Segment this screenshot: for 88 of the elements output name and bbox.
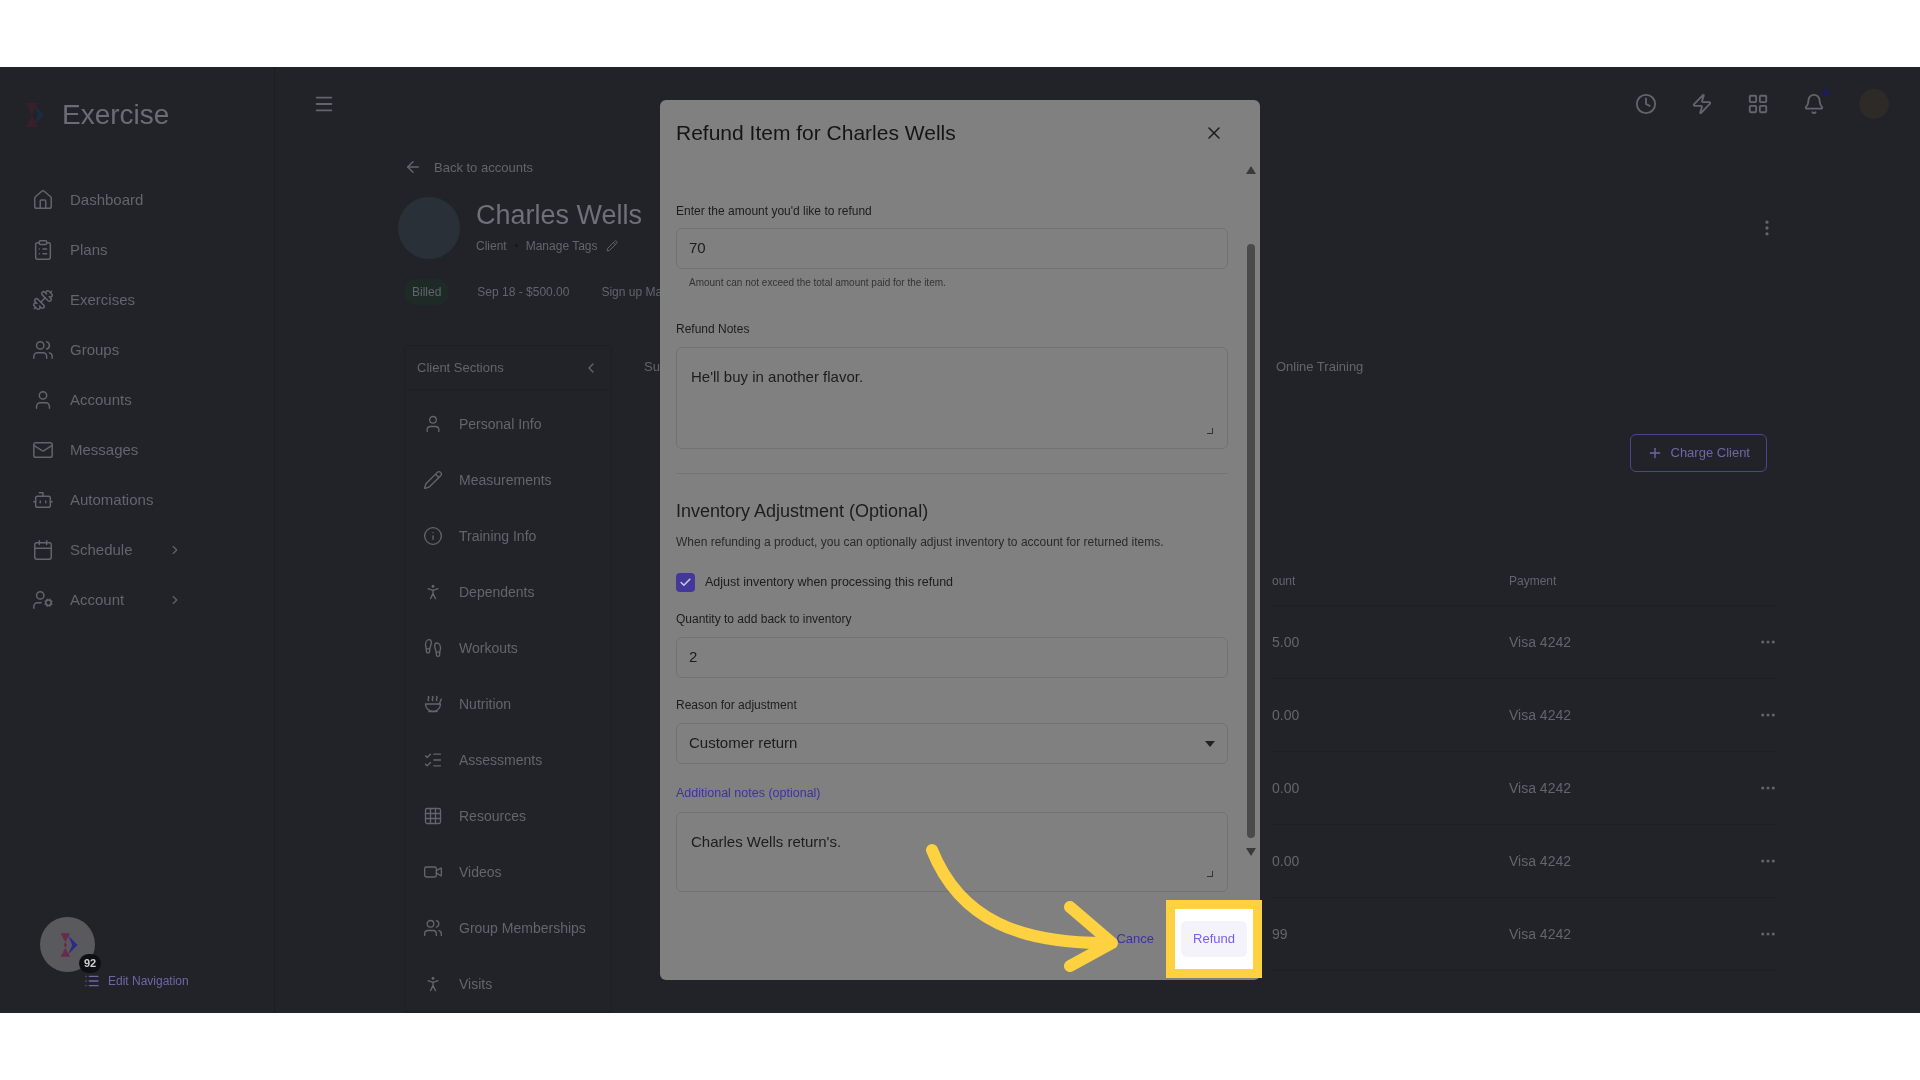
field-label: Reason for adjustment [676,697,798,714]
app-logo-text: Exercise [62,98,170,132]
table-cell-text: 5.00 [1272,632,1301,652]
bell-icon[interactable] [1803,93,1825,116]
table-cell-text: 99 [1272,924,1289,944]
notification-count: 92 [79,954,102,973]
scroll-down-icon[interactable] [1246,848,1256,856]
section-item[interactable]: Group Memberships [405,900,611,956]
section-item[interactable]: Measurements [405,452,611,508]
section-item[interactable]: Personal Info [405,396,611,452]
section-item[interactable]: Resources [405,788,611,844]
client-role: Client [476,237,507,255]
notes-textarea[interactable]: He'll buy in another flavor. [676,347,1228,449]
section-item[interactable]: Dependents [405,564,611,620]
edit-navigation-link[interactable]: Edit Navigation [108,972,189,990]
caret-icon [1205,740,1215,747]
sidebar-item[interactable]: Account [0,575,274,625]
tab[interactable]: Online Training [1275,357,1364,377]
field-label: Additional notes (optional) [676,785,822,802]
additional-notes-textarea[interactable]: Charles Wells return's. [676,811,1228,892]
pencil-icon[interactable] [605,239,618,252]
dialog-title: Refund Item for Charles Wells [676,120,956,147]
manage-tags-link[interactable]: Manage Tags [525,236,598,255]
reason-select[interactable]: Customer return [676,723,1228,764]
home-icon [32,189,54,211]
sidebar-item[interactable]: Automations [0,475,274,525]
field-label: Quantity to add back to inventory [676,611,853,628]
section-item[interactable]: Nutrition [405,676,611,732]
assistant-avatar[interactable] [40,917,95,972]
clipboard-icon [32,239,54,261]
column-header: Payment [1509,572,1557,590]
section-item[interactable]: Training Info [405,508,611,564]
quantity-input[interactable]: 2 [676,637,1228,678]
scroll-up-icon[interactable] [1246,166,1256,174]
check-icon [679,576,692,589]
helper-text: Amount can not exceed the total amount paid for the item. [688,276,947,290]
runner-icon [423,638,443,658]
table-cell-text: 0.00 [1272,851,1301,871]
grid-icon[interactable] [1747,93,1769,116]
section-item[interactable]: Workouts [405,620,611,676]
envelope-icon [32,439,54,461]
sidebar-item[interactable]: Plans [0,225,274,275]
field-label: Enter the amount you'd like to refund [676,203,873,220]
tab[interactable]: Su [644,357,660,377]
lightning-icon[interactable] [1691,93,1713,116]
billing-label: Sep 18 - $500.00 [476,284,571,301]
section-item[interactable]: Assessments [405,732,611,788]
grid-icon [423,806,443,826]
section-item[interactable]: Videos [405,844,611,900]
amount-input[interactable]: 70 [676,228,1228,269]
robot-icon [32,489,54,511]
table-cell-text: Visa 4242 [1509,851,1572,871]
scrollbar[interactable] [1246,166,1256,856]
table-cell-text: 0.00 [1272,778,1301,798]
sidebar-item[interactable]: Schedule [0,525,274,575]
column-header: ount [1272,572,1297,590]
charge-client-button[interactable]: Charge Client [1629,434,1767,472]
table-cell-text: Visa 4242 [1509,705,1572,725]
sidebar-item[interactable]: Exercises [0,275,274,325]
table-cell-text: Visa 4242 [1509,778,1572,798]
table-cell-text: 0.00 [1272,705,1301,725]
sidebar-item[interactable]: Groups [0,325,274,375]
client-name: Charles Wells [476,201,643,229]
section-item[interactable]: Visits [405,956,611,1012]
sidebar-item[interactable]: Dashboard [0,175,274,225]
clock-icon[interactable] [1635,93,1657,116]
calendar-icon [32,539,54,561]
adjust-checkbox[interactable] [676,573,695,592]
table-cell-text: Visa 4242 [1509,924,1572,944]
sidebar-item[interactable]: Messages [0,425,274,475]
sidebar-item[interactable]: Accounts [0,375,274,425]
sections-title: Client Sections [417,358,504,377]
status-chip: Billed [404,279,450,305]
refund-button[interactable]: Refund [1181,921,1247,957]
cancel-button[interactable]: Cance [1116,929,1154,949]
section-description: When refunding a product, you can optionally adjust inventory to account for returned items. [676,534,1165,551]
section-heading: Inventory Adjustment (Optional) [676,500,930,523]
info-icon [423,526,443,546]
field-label: Refund Notes [676,321,751,338]
table-cell-text: Visa 4242 [1509,632,1572,652]
checkbox-label: Adjust inventory when processing this refund [705,574,954,592]
dumbbell-icon [32,289,54,311]
back-link[interactable]: Back to accounts [434,157,533,177]
bowl-icon [423,694,443,714]
resize-handle-icon [1207,428,1213,434]
person-gear-icon [32,589,54,611]
list-icon [84,973,100,989]
resize-handle-icon [1207,870,1213,877]
